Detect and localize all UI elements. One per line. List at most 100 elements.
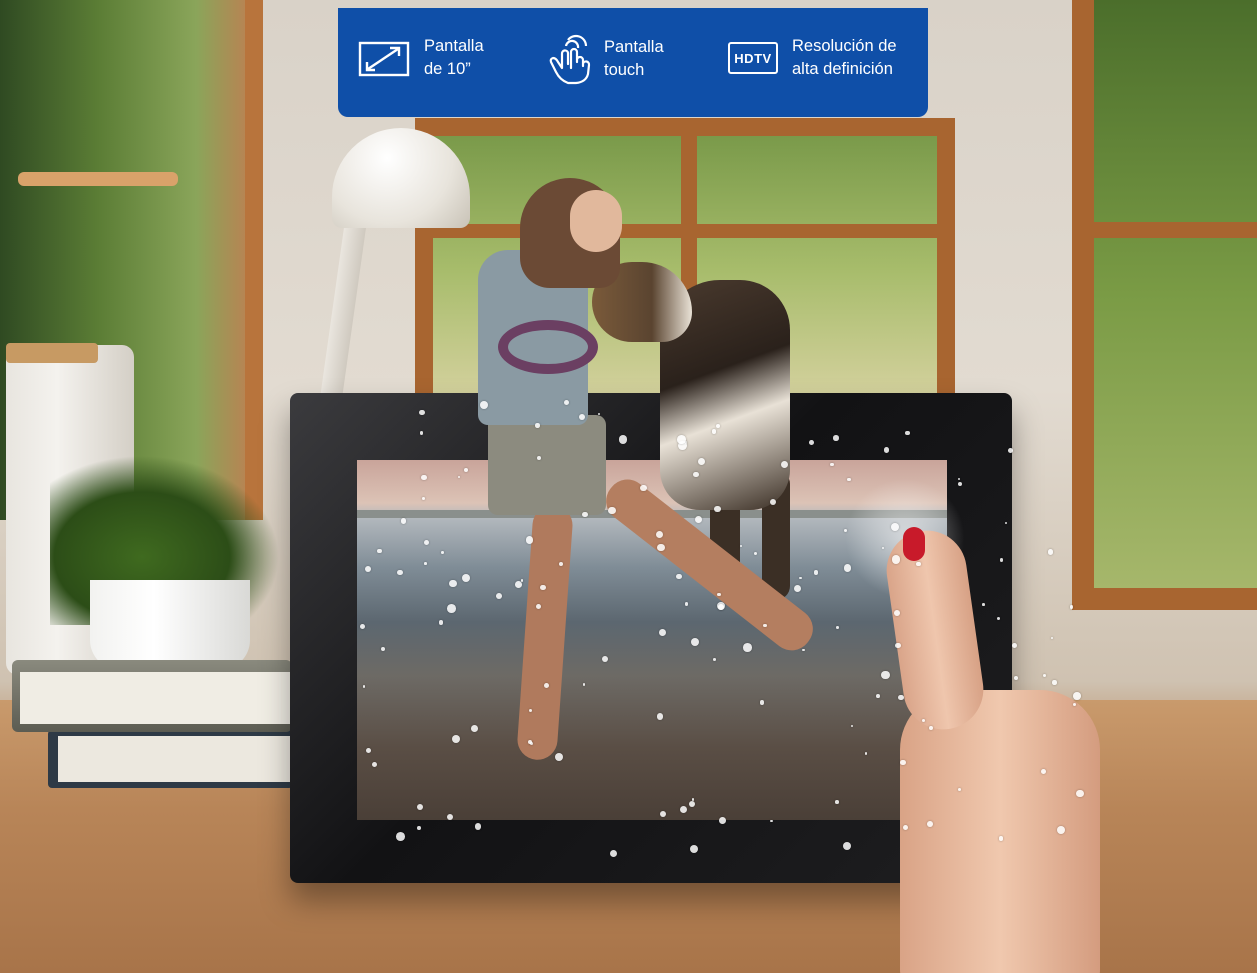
water-droplet <box>601 655 608 662</box>
water-droplet <box>463 467 468 472</box>
feature-line: Pantalla <box>424 37 484 55</box>
water-droplet <box>451 735 460 744</box>
water-droplet <box>525 536 534 544</box>
water-droplet <box>847 477 851 481</box>
water-droplet <box>418 409 425 416</box>
water-droplet <box>809 439 815 445</box>
water-droplet <box>422 496 425 500</box>
water-droplet <box>928 725 933 730</box>
feature-line: de 10” <box>424 60 471 78</box>
water-droplet <box>659 628 667 636</box>
vase-lid <box>6 343 98 363</box>
water-droplet <box>380 646 385 651</box>
water-droplet <box>982 602 985 606</box>
water-droplet <box>893 609 900 616</box>
water-droplet <box>753 551 757 556</box>
water-droplet <box>719 816 726 824</box>
water-droplet <box>714 505 721 513</box>
feature-line: alta definición <box>792 60 893 78</box>
water-droplet <box>842 841 851 851</box>
water-droplet <box>1052 680 1057 685</box>
toy-ring <box>498 320 598 374</box>
water-droplet <box>496 592 503 599</box>
water-droplet <box>608 506 616 514</box>
water-droplet <box>520 579 523 582</box>
water-droplet <box>1043 673 1047 677</box>
water-droplet <box>713 657 716 661</box>
water-droplet <box>640 484 647 492</box>
touch-hand-icon <box>546 32 592 86</box>
feature-line: Pantalla <box>604 38 664 56</box>
water-droplet <box>424 562 427 565</box>
water-droplet <box>835 626 839 629</box>
water-droplet <box>835 800 840 804</box>
water-droplet <box>618 435 627 444</box>
water-droplet <box>446 604 456 614</box>
water-droplet <box>362 685 366 688</box>
water-droplet <box>417 826 421 830</box>
water-droplet <box>372 761 378 767</box>
lamp-arm <box>320 228 366 398</box>
water-droplet <box>739 544 743 547</box>
feature-line: Resolución de <box>792 37 897 55</box>
feature-hdtv: HDTV Resolución de alta definición <box>728 35 897 81</box>
water-droplet <box>895 642 901 649</box>
water-droplet <box>876 694 881 698</box>
water-droplet <box>656 713 664 720</box>
girl <box>488 415 606 515</box>
water-droplet <box>514 581 522 588</box>
plant-pot <box>90 580 250 670</box>
water-droplet <box>1076 790 1084 798</box>
fingernail <box>903 527 925 561</box>
water-droplet <box>578 413 586 420</box>
water-droplet <box>1072 692 1081 700</box>
water-droplet <box>400 518 407 524</box>
water-droplet <box>1047 549 1053 555</box>
water-droplet <box>711 429 717 434</box>
water-droplet <box>474 823 482 830</box>
water-droplet <box>864 752 868 755</box>
water-droplet <box>1069 605 1074 609</box>
water-droplet <box>833 435 839 441</box>
girl-face <box>570 190 622 252</box>
water-droplet <box>759 700 765 705</box>
water-droplet <box>998 836 1004 841</box>
hdtv-icon: HDTV <box>728 42 778 74</box>
water-droplet <box>438 619 444 625</box>
feature-line: touch <box>604 61 645 79</box>
window-right <box>1072 0 1257 610</box>
book <box>12 660 292 732</box>
water-droplet <box>717 603 724 610</box>
feature-screen-size: Pantalla de 10” <box>358 35 484 81</box>
water-droplet <box>843 564 851 572</box>
water-droplet <box>688 801 695 808</box>
book <box>48 730 293 788</box>
water-droplet <box>396 831 405 841</box>
water-droplet <box>535 423 540 428</box>
water-droplet <box>1050 636 1054 639</box>
water-droplet <box>1013 675 1019 681</box>
water-droplet <box>1012 642 1018 648</box>
water-droplet <box>916 561 921 567</box>
water-droplet <box>397 569 403 575</box>
water-droplet <box>449 579 457 588</box>
water-droplet <box>830 462 834 467</box>
water-droplet <box>441 550 444 554</box>
water-droplet <box>802 648 805 651</box>
water-droplet <box>554 752 563 761</box>
product-hero-image: Pantalla de 10” Pantalla touch HDTV Reso… <box>0 0 1257 973</box>
water-droplet <box>679 805 687 813</box>
hand <box>900 690 1100 973</box>
water-droplet <box>743 642 753 652</box>
feature-banner: Pantalla de 10” Pantalla touch HDTV Reso… <box>338 8 928 117</box>
water-droplet <box>691 798 695 801</box>
water-droplet <box>926 820 933 827</box>
water-droplet <box>543 683 549 689</box>
water-droplet <box>813 570 819 575</box>
water-droplet <box>421 475 427 481</box>
water-droplet <box>715 423 720 428</box>
water-droplet <box>419 431 423 435</box>
water-droplet <box>676 434 686 444</box>
water-droplet <box>693 472 699 478</box>
water-droplet <box>1008 448 1013 454</box>
